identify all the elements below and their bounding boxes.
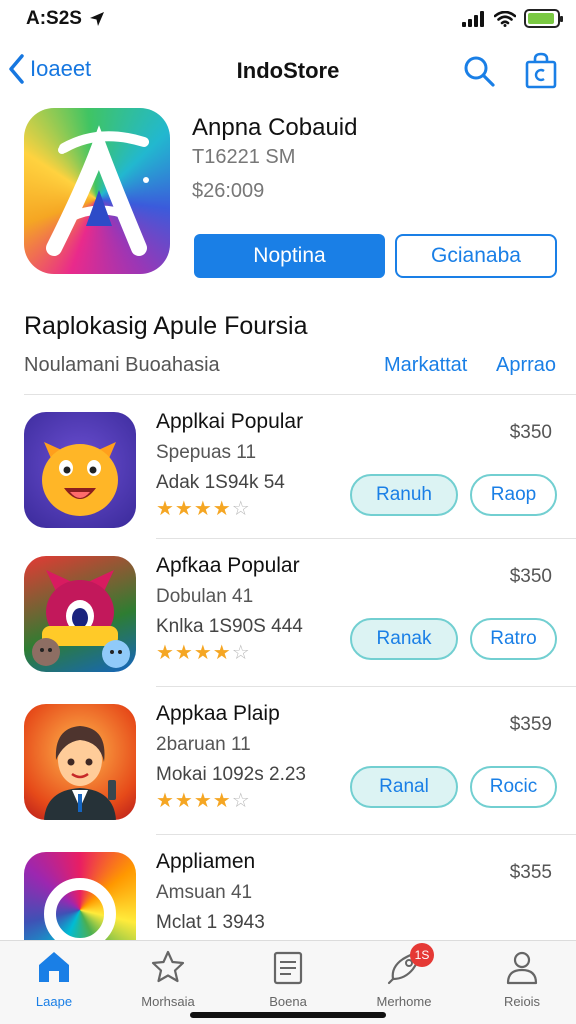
notification-badge: 1S <box>410 943 434 967</box>
tab-label: Morhsaia <box>141 994 195 1009</box>
divider <box>24 394 576 395</box>
app-meta: Mokai 1092s 2.23 <box>156 764 306 785</box>
app-name: Apfkaa Popular <box>156 554 300 577</box>
status-indicators <box>462 9 563 28</box>
tab-home[interactable]: Laape <box>4 949 104 1009</box>
featured-app-icon[interactable] <box>24 108 170 274</box>
person-character-icon <box>44 726 116 820</box>
divider <box>156 686 576 687</box>
tab-profile[interactable]: Reiois <box>472 949 572 1009</box>
featured-secondary-button[interactable]: Gcianaba <box>395 234 557 278</box>
status-time: A:S2S <box>26 8 82 29</box>
app-secondary-button[interactable]: Rocic <box>470 766 557 808</box>
star-rating: ★★★★☆ <box>156 496 251 521</box>
star-outline-icon <box>151 950 185 983</box>
home-indicator <box>190 1012 386 1018</box>
cellular-signal-icon <box>462 10 484 27</box>
app-subtitle: Amsuan 41 <box>156 882 253 903</box>
app-list-item[interactable]: Apfkaa Popular Dobulan 41 Knlka 1S90S 44… <box>0 542 576 682</box>
star-empty-icon: ☆ <box>231 790 251 812</box>
tab-favorites[interactable]: Morhsaia <box>118 949 218 1009</box>
app-meta: Knlka 1S90S 444 <box>156 616 303 637</box>
shopping-bag-button[interactable] <box>524 52 558 95</box>
cat-character-icon <box>42 442 118 516</box>
app-meta: Mclat 1 3943 <box>156 912 265 933</box>
divider <box>156 834 576 835</box>
app-list-item[interactable]: Applkai Popular Spepuas 11 Adak 1S94k 54… <box>0 398 576 538</box>
app-icon <box>24 412 136 528</box>
app-secondary-button[interactable]: Ratro <box>470 618 557 660</box>
app-subtitle: Spepuas 11 <box>156 442 257 463</box>
featured-app-title: Anpna Cobauid <box>192 114 358 141</box>
section-subtitle: Noulamani Buoahasia <box>24 354 220 376</box>
section-title: Raplokasig Apule Foursia <box>24 312 308 340</box>
tab-label: Laape <box>35 994 73 1009</box>
featured-primary-button[interactable]: Noptina <box>194 234 385 278</box>
star-icon: ★★★★ <box>156 498 232 520</box>
app-price: $350 <box>509 566 552 587</box>
home-icon <box>39 952 69 982</box>
status-bar: A:S2S <box>0 0 576 38</box>
app-name: Applkai Popular <box>156 410 304 433</box>
app-price: $355 <box>509 862 552 883</box>
app-list-item[interactable]: Appkaa Plaip 2baruan 11 Mokai 1092s 2.23… <box>0 690 576 830</box>
app-name: Appkaa Plaip <box>156 702 280 725</box>
featured-app-subtitle: T16221 SM <box>192 146 296 168</box>
battery-icon <box>524 9 563 28</box>
star-rating: ★★★★☆ <box>156 640 251 665</box>
star-icon: ★★★★ <box>156 642 232 664</box>
app-price: $350 <box>509 422 552 443</box>
star-icon: ★★★★ <box>156 790 232 812</box>
app-primary-button[interactable]: Ranak <box>350 618 458 660</box>
featured-app-card: Anpna Cobauid T16221 SM $26:009 Noptina … <box>24 108 557 278</box>
tab-news[interactable]: Boena <box>238 949 338 1009</box>
star-empty-icon: ☆ <box>231 642 251 664</box>
app-subtitle: 2baruan 11 <box>156 734 251 755</box>
section-link-primary[interactable]: Markattat <box>384 354 467 377</box>
person-icon <box>506 951 538 985</box>
search-icon <box>464 56 495 87</box>
tab-label: Boena <box>269 994 307 1009</box>
app-icon <box>24 556 136 672</box>
status-time-group: A:S2S <box>26 8 106 30</box>
wifi-icon <box>494 10 516 27</box>
tab-updates[interactable]: 1S Merhome <box>354 943 454 1009</box>
search-button[interactable] <box>462 54 496 93</box>
app-primary-button[interactable]: Ranuh <box>350 474 458 516</box>
app-logo-a-icon <box>46 125 149 256</box>
tab-label: Reiois <box>503 994 541 1009</box>
section-link-secondary[interactable]: Aprrao <box>496 354 556 377</box>
document-list-icon <box>273 951 303 985</box>
featured-app-price: $26:009 <box>192 180 265 202</box>
app-secondary-button[interactable]: Raop <box>470 474 557 516</box>
app-price: $359 <box>509 714 552 735</box>
app-name: Appliamen <box>156 850 256 873</box>
app-primary-button[interactable]: Ranal <box>350 766 458 808</box>
tab-label: Merhome <box>376 994 432 1009</box>
star-rating: ★★★★☆ <box>156 788 251 813</box>
tab-bar: Laape Morhsaia Boena 1S Merhome Reiois <box>0 940 576 1024</box>
app-icon <box>24 704 136 820</box>
shopping-bag-icon <box>525 52 557 89</box>
app-meta: Adak 1S94k 54 <box>156 472 285 493</box>
divider <box>156 538 576 539</box>
navigation-bar: Ioaeet IndoStore <box>0 44 576 98</box>
star-empty-icon: ☆ <box>231 498 251 520</box>
location-arrow-icon <box>89 12 104 26</box>
app-subtitle: Dobulan 41 <box>156 586 254 607</box>
creature-character-icon <box>32 570 130 668</box>
